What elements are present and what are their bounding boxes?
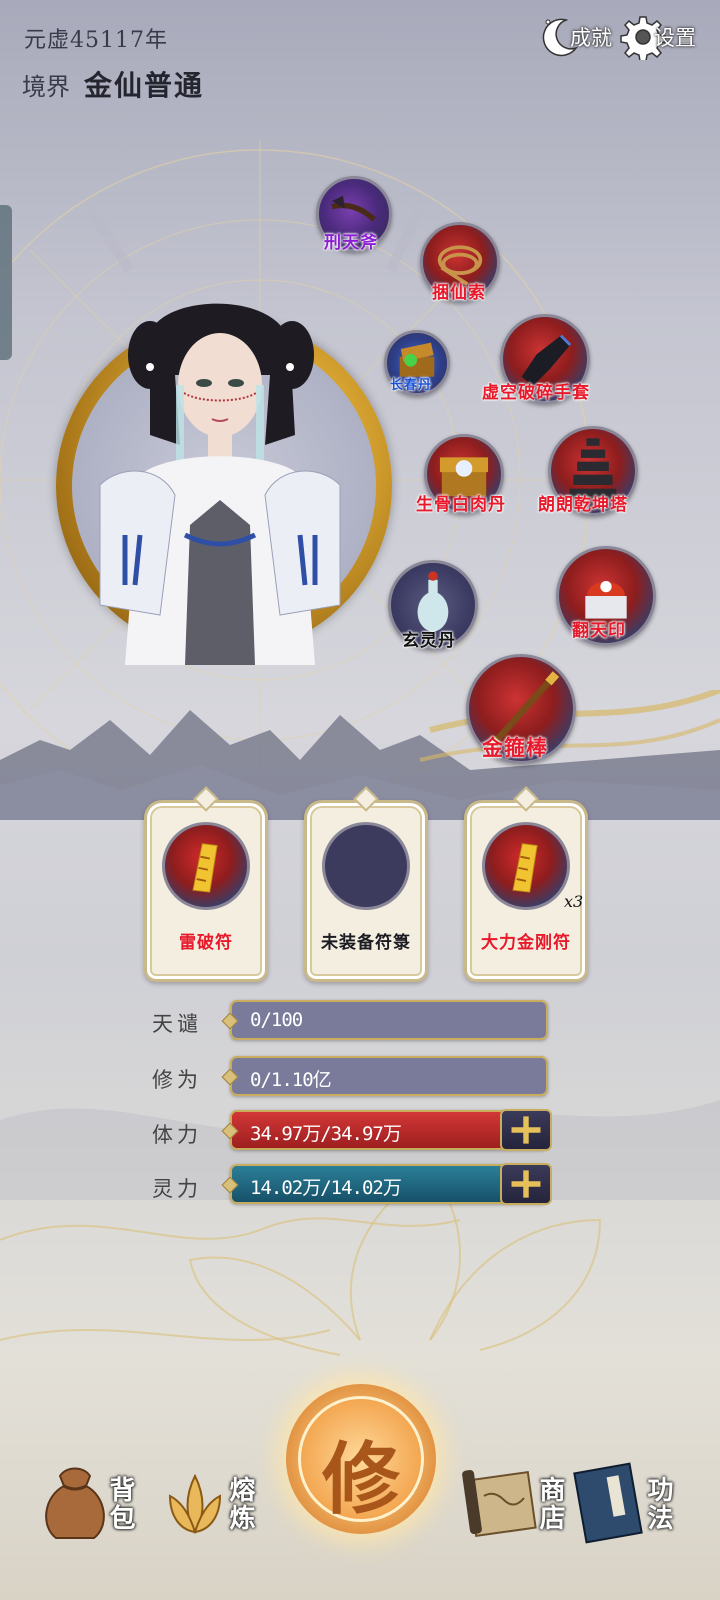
year-display: 元虚45117年 xyxy=(24,28,168,53)
spirit-label: 灵力 xyxy=(152,1177,202,1201)
talisman-slot-3[interactable]: x3 大力金刚符 xyxy=(464,786,588,982)
settings-label: 设置 xyxy=(654,26,696,50)
heaven-value: 0/100 xyxy=(250,1009,303,1031)
spirit-value: 14.02万/14.02万 xyxy=(250,1177,402,1199)
heaven-label: 天谴 xyxy=(152,1012,202,1036)
talisman-count: x3 xyxy=(564,892,584,911)
plus-icon xyxy=(511,1116,541,1144)
stamina-value: 34.97万/34.97万 xyxy=(250,1123,402,1145)
equip-name: 生骨白肉丹 xyxy=(416,495,506,515)
nav-skills[interactable]: 功法 xyxy=(566,1456,676,1566)
spirit-add-button[interactable] xyxy=(500,1163,552,1205)
cultivate-label: 修 xyxy=(321,1434,400,1525)
plus-icon xyxy=(511,1170,541,1198)
stamina-add-button[interactable] xyxy=(500,1109,552,1151)
character-avatar[interactable] xyxy=(80,285,360,665)
realm-display: 境界 金仙普通 xyxy=(22,64,204,104)
equip-name: 金箍棒 xyxy=(482,735,548,760)
talisman-slot-2[interactable]: 未装备符箓 xyxy=(304,786,428,982)
realm-label: 境界 xyxy=(22,73,70,101)
equip-name: 翻天印 xyxy=(572,621,626,641)
achievements-button[interactable]: 成就 xyxy=(536,10,612,64)
talisman-label: 未装备符箓 xyxy=(321,933,411,953)
cultivation-value: 0/1.10亿 xyxy=(250,1069,332,1091)
equip-name: 捆仙索 xyxy=(432,283,486,303)
nav-bag[interactable]: 背包 xyxy=(30,1456,140,1566)
equip-name: 刑天斧 xyxy=(324,233,378,253)
equip-name: 虚空破碎手套 xyxy=(482,383,590,403)
talisman-icon xyxy=(482,822,570,910)
heaven-bar: 0/100 xyxy=(221,1000,548,1040)
talisman-label: 大力金刚符 xyxy=(481,933,571,953)
equip-name: 玄灵丹 xyxy=(402,631,456,651)
cultivation-label: 修为 xyxy=(152,1068,202,1092)
equip-name: 朗朗乾坤塔 xyxy=(538,495,628,515)
cultivate-button[interactable]: 修 xyxy=(286,1384,436,1534)
nav-skills-label: 功法 xyxy=(643,1476,673,1532)
talisman-slot-1[interactable]: 雷破符 xyxy=(144,786,268,982)
empty-slot-icon xyxy=(322,822,410,910)
talisman-icon xyxy=(162,822,250,910)
talisman-label: 雷破符 xyxy=(179,933,233,953)
nav-smelt-label: 熔炼 xyxy=(225,1476,255,1532)
achievements-label: 成就 xyxy=(570,26,612,50)
nav-shop-label: 商店 xyxy=(535,1476,565,1532)
cultivation-bar: 0/1.10亿 xyxy=(221,1056,548,1096)
settings-button[interactable]: 设置 xyxy=(620,10,696,64)
nav-shop[interactable]: 商店 xyxy=(456,1456,566,1566)
side-tab[interactable] xyxy=(0,205,12,360)
nav-bag-label: 背包 xyxy=(105,1476,135,1532)
equip-name: 长春丹 xyxy=(390,378,433,393)
nav-smelt[interactable]: 熔炼 xyxy=(150,1456,260,1566)
realm-value: 金仙普通 xyxy=(84,69,205,102)
stamina-label: 体力 xyxy=(152,1123,202,1147)
